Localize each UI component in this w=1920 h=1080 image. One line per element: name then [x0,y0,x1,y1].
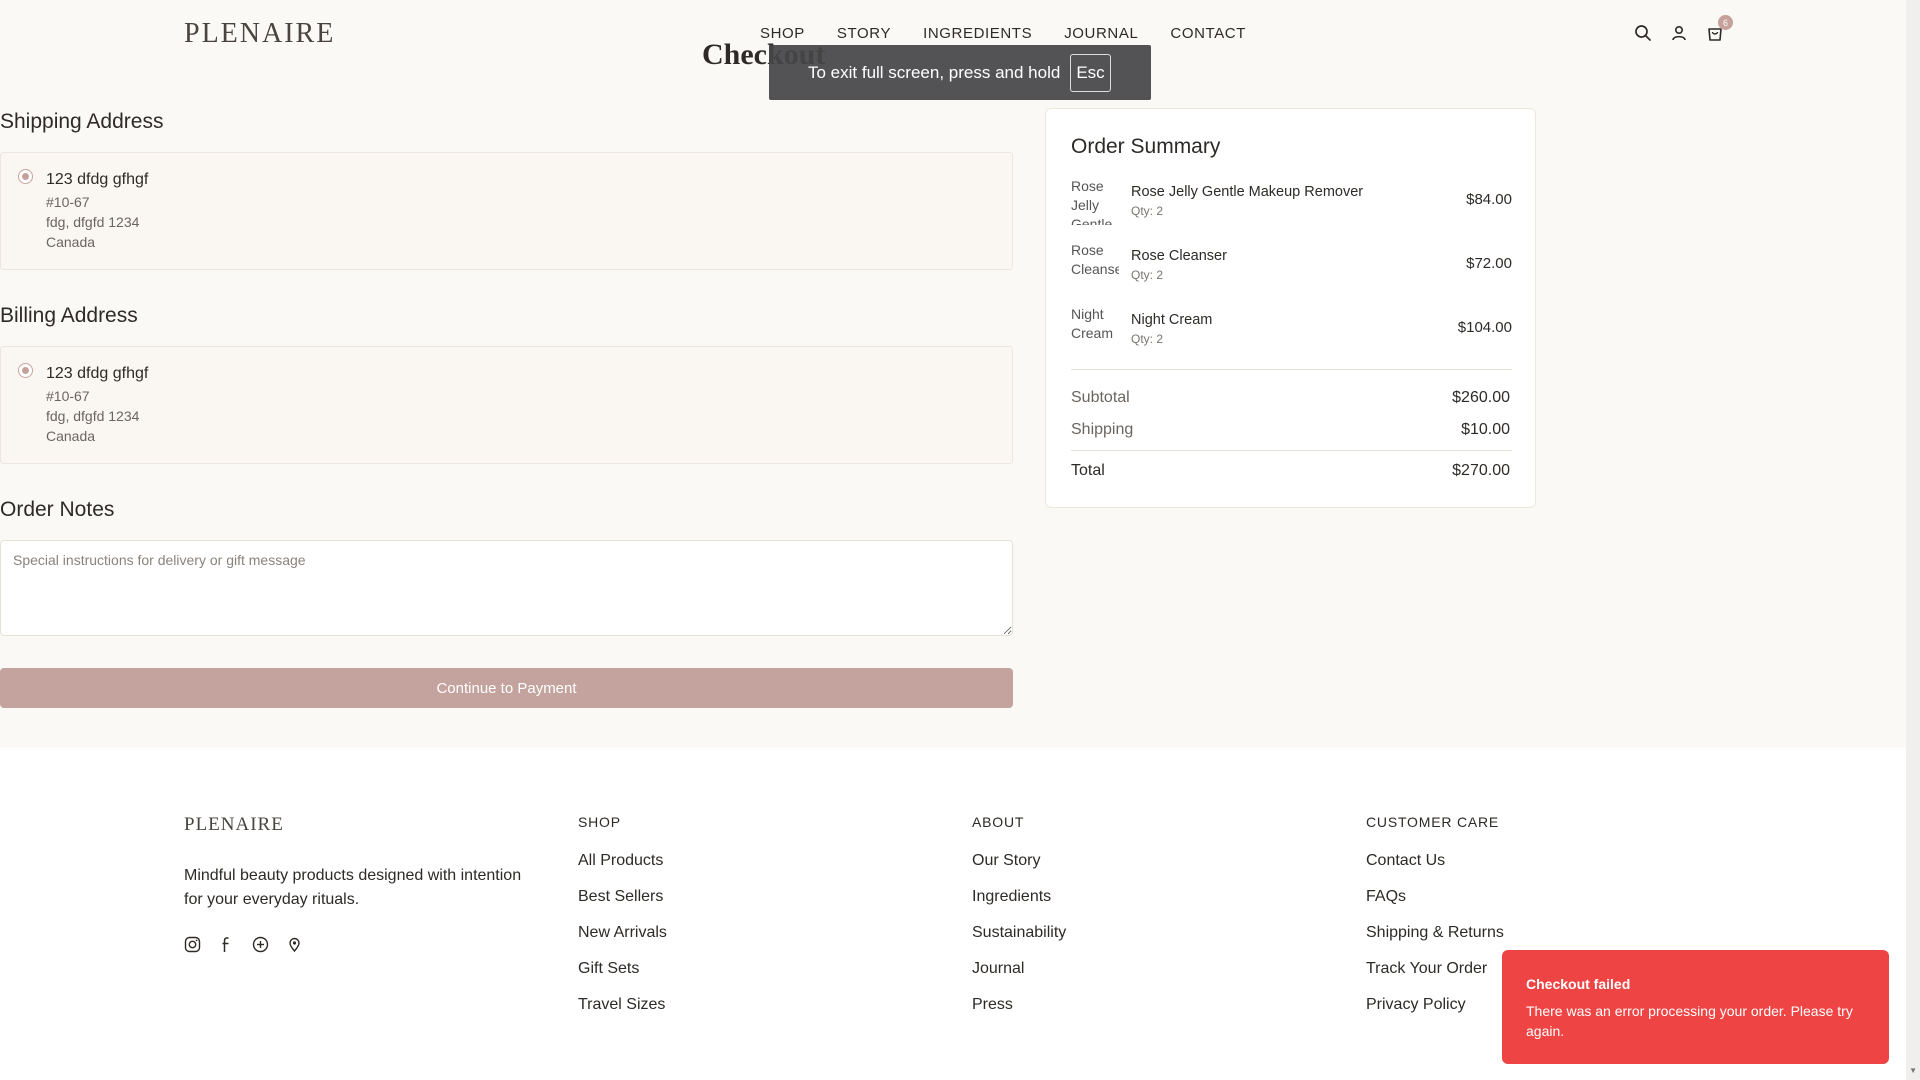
footer-link-our-story[interactable]: Our Story [972,852,1066,888]
cart-count-badge: 6 [1718,15,1733,30]
order-notes-input[interactable] [0,540,1013,636]
item-name: Night Cream [1131,312,1213,328]
billing-address-name: 123 dfdg gfhgf [46,365,149,382]
footer-link-gift-sets[interactable]: Gift Sets [578,960,667,996]
shipping-address-line2: fdg, dfgfd 1234 [46,214,140,230]
shipping-address-country: Canada [46,234,96,250]
product-image: Rose Jelly Gentle Makeup Remover [1071,178,1113,225]
nav-story[interactable]: STORY [837,25,891,42]
footer-link-all-products[interactable]: All Products [578,852,667,888]
summary-item: Rose Cleanser Rose Cleanser Qty: 2 $72.0… [1071,241,1512,291]
footer-link-faqs[interactable]: FAQs [1366,888,1504,924]
location-icon[interactable] [286,936,303,958]
nav-contact[interactable]: CONTACT [1170,25,1246,42]
product-image: Night Cream [1071,306,1114,341]
header-icons: 6 [1634,15,1733,42]
billing-address-radio[interactable] [18,363,33,378]
footer-care-column: CUSTOMER CARE Contact Us FAQs Shipping &… [1366,814,1504,1032]
shipping-value: $10.00 [1461,421,1510,438]
billing-address-card[interactable]: 123 dfdg gfhgf #10-67 fdg, dfgfd 1234 Ca… [0,346,1013,464]
shipping-address-radio[interactable] [18,169,33,184]
order-summary-title: Order Summary [1071,135,1221,158]
summary-item: Rose Jelly Gentle Makeup Remover Rose Je… [1071,177,1512,227]
search-icon[interactable] [1634,24,1652,42]
fullscreen-notice: To exit full screen, press and hold Esc [769,45,1151,100]
shipping-address-title: Shipping Address [0,110,164,133]
item-qty: Qty: 2 [1131,268,1164,282]
item-name: Rose Jelly Gentle Makeup Remover [1131,184,1364,200]
footer-link-journal[interactable]: Journal [972,960,1066,996]
shipping-address-line1: #10-67 [46,194,90,210]
footer-link-track-order[interactable]: Track Your Order [1366,960,1504,996]
billing-address-line2: fdg, dfgfd 1234 [46,408,140,424]
footer-link-new-arrivals[interactable]: New Arrivals [578,924,667,960]
pinterest-icon[interactable] [252,936,269,958]
item-price: $84.00 [1466,191,1512,208]
item-price: $72.00 [1466,255,1512,272]
total-value: $270.00 [1452,462,1510,479]
summary-divider [1071,369,1512,370]
order-summary-panel: Order Summary Rose Jelly Gentle Makeup R… [1045,108,1536,508]
shipping-address-name: 123 dfdg gfhgf [46,171,149,188]
item-name: Rose Cleanser [1131,248,1227,264]
continue-to-payment-button[interactable]: Continue to Payment [0,668,1013,708]
instagram-icon[interactable] [184,936,201,958]
footer-link-privacy-policy[interactable]: Privacy Policy [1366,996,1504,1032]
subtotal-value: $260.00 [1452,389,1510,406]
item-price: $104.00 [1457,319,1512,336]
user-icon[interactable] [1670,24,1688,42]
item-qty: Qty: 2 [1131,204,1164,218]
footer-care-title: CUSTOMER CARE [1366,814,1500,830]
billing-address-country: Canada [46,428,96,444]
page-scrollbar[interactable]: ▼ [1906,0,1920,1080]
subtotal-label: Subtotal [1071,389,1130,406]
product-image: Rose Cleanser [1071,242,1119,277]
checkout-error-toast[interactable]: Checkout failed There was an error proce… [1502,950,1889,1064]
shipping-address-card[interactable]: 123 dfdg gfhgf #10-67 fdg, dfgfd 1234 Ca… [0,152,1013,270]
order-notes-title: Order Notes [0,498,115,521]
footer-link-ingredients[interactable]: Ingredients [972,888,1066,924]
footer-link-sustainability[interactable]: Sustainability [972,924,1066,960]
footer-link-contact-us[interactable]: Contact Us [1366,852,1504,888]
footer-link-shipping-returns[interactable]: Shipping & Returns [1366,924,1504,960]
facebook-icon[interactable] [218,936,235,958]
esc-key-hint: Esc [1070,53,1111,92]
footer-link-press[interactable]: Press [972,996,1066,1032]
footer-logo[interactable]: PLENAIRE [184,814,284,836]
scroll-down-arrow-icon[interactable]: ▼ [1909,1066,1917,1075]
nav-ingredients[interactable]: INGREDIENTS [923,25,1032,42]
shipping-label: Shipping [1071,421,1134,438]
footer-link-best-sellers[interactable]: Best Sellers [578,888,667,924]
footer-link-travel-sizes[interactable]: Travel Sizes [578,996,667,1032]
logo[interactable]: PLENAIRE [184,18,335,50]
summary-divider [1071,450,1512,451]
total-label: Total [1071,462,1105,479]
footer-shop-column: SHOP All Products Best Sellers New Arriv… [578,814,667,1032]
main-nav: SHOP STORY INGREDIENTS JOURNAL CONTACT [760,25,1246,42]
error-toast-title: Checkout failed [1526,976,1631,992]
footer-shop-title: SHOP [578,814,621,830]
nav-journal[interactable]: JOURNAL [1064,25,1138,42]
billing-address-title: Billing Address [0,304,138,327]
footer-about-column: ABOUT Our Story Ingredients Sustainabili… [972,814,1066,1032]
cart-icon[interactable]: 6 [1706,15,1733,42]
summary-item: Night Cream Night Cream Qty: 2 $104.00 [1071,305,1512,355]
error-toast-message: There was an error processing your order… [1526,1003,1853,1039]
footer-about-title: ABOUT [972,814,1025,830]
fullscreen-notice-text: To exit full screen, press and hold [808,62,1061,82]
social-links [184,936,303,958]
billing-address-line1: #10-67 [46,388,90,404]
footer-tagline: Mindful beauty products designed with in… [184,867,522,908]
item-qty: Qty: 2 [1131,332,1164,346]
